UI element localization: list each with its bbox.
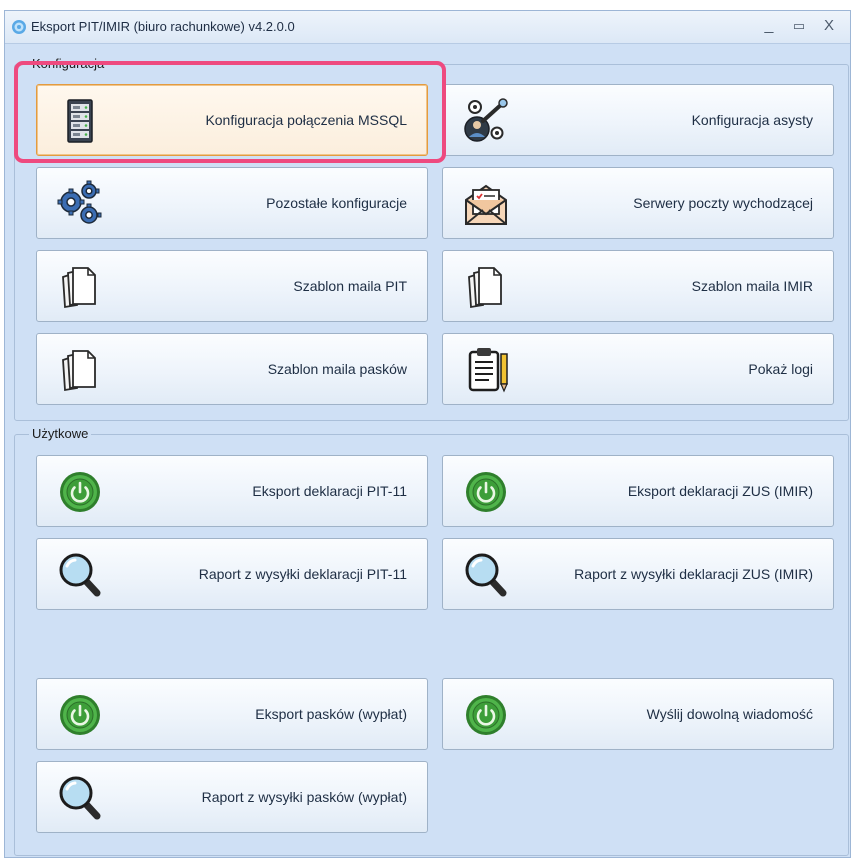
- asysta-config-button[interactable]: Konfiguracja asysty: [442, 84, 834, 156]
- template-paski-label: Szablon maila pasków: [267, 361, 407, 377]
- template-imir-label: Szablon maila IMIR: [691, 278, 813, 294]
- maximize-button[interactable]: ▭: [787, 15, 811, 37]
- power-icon: [55, 691, 105, 739]
- magnifier-icon: [461, 551, 511, 599]
- report-pit-label: Raport z wysyłki deklaracji PIT-11: [198, 566, 407, 582]
- template-paski-button[interactable]: Szablon maila pasków: [36, 333, 428, 405]
- magnifier-icon: [55, 774, 105, 822]
- user-key-icon: [461, 97, 511, 145]
- documents-icon: [461, 263, 511, 311]
- smtp-servers-label: Serwery poczty wychodzącej: [633, 195, 813, 211]
- report-paski-label: Raport z wysyłki pasków (wypłat): [201, 789, 407, 805]
- group-label-uzytkowe: Użytkowe: [29, 426, 92, 442]
- show-logs-label: Pokaż logi: [748, 361, 813, 377]
- export-zus-label: Eksport deklaracji ZUS (IMIR): [627, 483, 813, 499]
- clipboard-icon: [461, 346, 511, 394]
- export-paski-label: Eksport pasków (wypłat): [255, 706, 407, 722]
- gears-icon: [55, 180, 105, 228]
- documents-icon: [55, 346, 105, 394]
- mssql-config-button[interactable]: Konfiguracja połączenia MSSQL: [36, 84, 428, 156]
- power-icon: [55, 468, 105, 516]
- other-config-button[interactable]: Pozostałe konfiguracje: [36, 167, 428, 239]
- report-paski-button[interactable]: Raport z wysyłki pasków (wypłat): [36, 761, 428, 833]
- group-label-konfiguracja: Konfiguracja: [29, 56, 108, 72]
- other-config-label: Pozostałe konfiguracje: [266, 195, 407, 211]
- power-icon: [461, 468, 511, 516]
- mssql-config-label: Konfiguracja połączenia MSSQL: [205, 112, 407, 128]
- show-logs-button[interactable]: Pokaż logi: [442, 333, 834, 405]
- report-zus-button[interactable]: Raport z wysyłki deklaracji ZUS (IMIR): [442, 538, 834, 610]
- report-pit-button[interactable]: Raport z wysyłki deklaracji PIT-11: [36, 538, 428, 610]
- window-title: Eksport PIT/IMIR (biuro rachunkowe) v4.2…: [31, 19, 295, 34]
- app-gear-icon: [11, 19, 27, 35]
- magnifier-icon: [55, 551, 105, 599]
- export-pit-label: Eksport deklaracji PIT-11: [252, 483, 407, 499]
- report-zus-label: Raport z wysyłki deklaracji ZUS (IMIR): [574, 566, 813, 582]
- export-paski-button[interactable]: Eksport pasków (wypłat): [36, 678, 428, 750]
- minimize-button[interactable]: _: [757, 15, 781, 37]
- mail-envelope-icon: [461, 180, 511, 228]
- template-imir-button[interactable]: Szablon maila IMIR: [442, 250, 834, 322]
- close-button[interactable]: X: [817, 15, 841, 37]
- template-pit-button[interactable]: Szablon maila PIT: [36, 250, 428, 322]
- export-zus-button[interactable]: Eksport deklaracji ZUS (IMIR): [442, 455, 834, 527]
- power-icon: [461, 691, 511, 739]
- export-pit-button[interactable]: Eksport deklaracji PIT-11: [36, 455, 428, 527]
- title-bar: Eksport PIT/IMIR (biuro rachunkowe) v4.2…: [5, 11, 850, 44]
- documents-icon: [55, 263, 105, 311]
- send-message-label: Wyślij dowolną wiadomość: [646, 706, 813, 722]
- smtp-servers-button[interactable]: Serwery poczty wychodzącej: [442, 167, 834, 239]
- asysta-config-label: Konfiguracja asysty: [691, 112, 813, 128]
- template-pit-label: Szablon maila PIT: [293, 278, 407, 294]
- send-message-button[interactable]: Wyślij dowolną wiadomość: [442, 678, 834, 750]
- server-icon: [55, 97, 105, 145]
